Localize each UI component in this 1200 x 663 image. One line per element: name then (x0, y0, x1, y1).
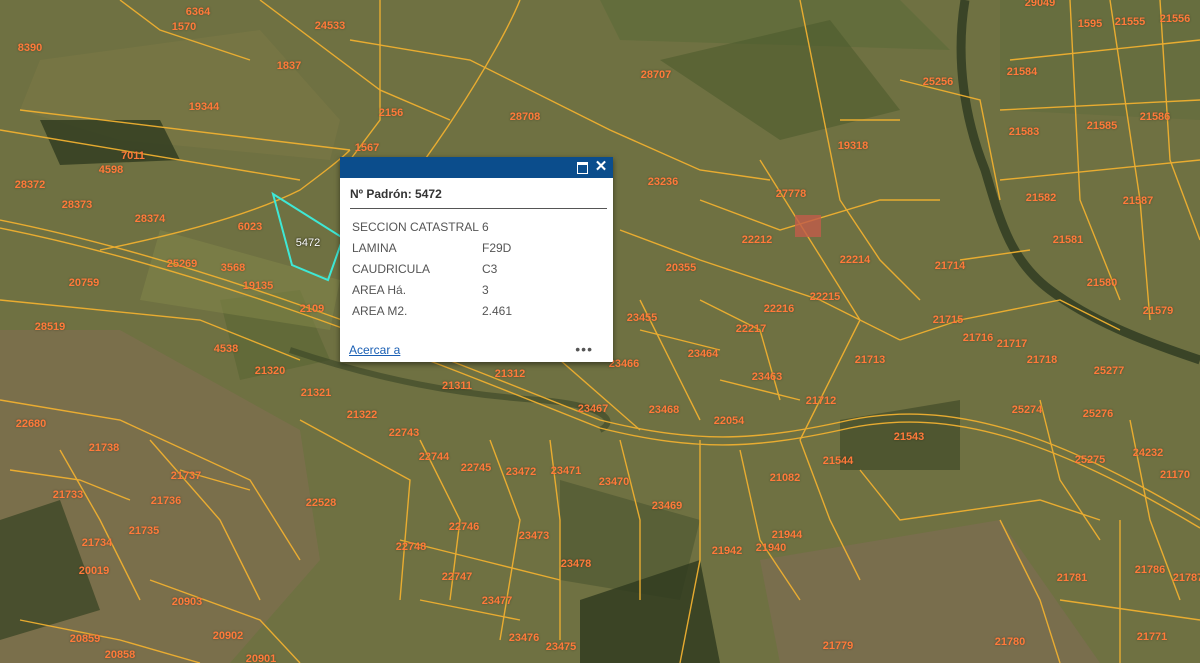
attribute-row: SECCION CATASTRAL 6 (352, 216, 512, 237)
attribute-key: SECCION CATASTRAL (352, 219, 479, 234)
popup-title: Nº Padrón: 5472 (350, 187, 442, 201)
attribute-key: CAUDRICULA (352, 261, 431, 276)
attribute-key: AREA Há. (352, 282, 407, 297)
popup-header: ✕ (340, 157, 613, 178)
attribute-row: AREA M2. 2.461 (352, 300, 512, 321)
attribute-key: AREA M2. (352, 303, 408, 318)
attribute-table: SECCION CATASTRAL 6 LAMINA F29D CAUDRICULA C3… (352, 216, 512, 321)
attribute-row: LAMINA F29D (352, 237, 512, 258)
zoom-to-link[interactable]: Acercar a (349, 343, 400, 357)
attribute-row: CAUDRICULA C3 (352, 258, 512, 279)
maximize-icon[interactable] (575, 160, 589, 174)
parcel-info-popup: ✕ Nº Padrón: 5472 SECCION CATASTRAL 6 LAMI… (340, 157, 613, 362)
popup-divider (350, 208, 607, 209)
attribute-value: C3 (482, 261, 498, 276)
attribute-value: 6 (482, 219, 489, 234)
attribute-value: F29D (482, 240, 512, 255)
attribute-key: LAMINA (352, 240, 397, 255)
cadastral-map[interactable]: 6364 1570 24533 8390 1837 28707 29049 1595 21555… (0, 0, 1200, 663)
attribute-value: 2.461 (482, 303, 513, 318)
attribute-value: 3 (482, 282, 489, 297)
ellipsis-icon[interactable]: ••• (575, 341, 593, 357)
attribute-row: AREA Há. 3 (352, 279, 512, 300)
close-icon[interactable]: ✕ (594, 159, 608, 174)
